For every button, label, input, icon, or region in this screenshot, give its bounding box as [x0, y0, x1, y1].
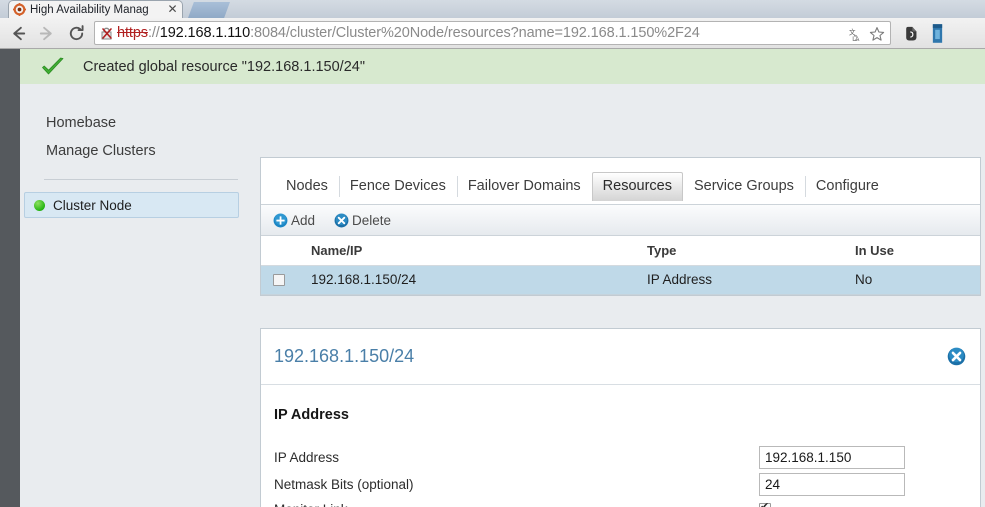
- table-body: 192.168.1.150/24 IP Address No: [261, 265, 980, 295]
- window-left-gutter: [0, 49, 20, 507]
- column-header-select: [261, 236, 311, 266]
- tab-service-groups[interactable]: Service Groups: [683, 172, 805, 201]
- green-check-icon: [40, 56, 66, 78]
- field-row-netmask-bits: Netmask Bits (optional): [274, 472, 980, 496]
- sidebar-item-manage-clusters[interactable]: Manage Clusters: [24, 137, 239, 165]
- extension-icon[interactable]: [925, 21, 950, 45]
- forward-arrow-icon: [39, 26, 52, 40]
- reload-icon: [69, 24, 84, 40]
- tab-fence-devices[interactable]: Fence Devices: [338, 172, 457, 201]
- tab-label: Failover Domains: [467, 178, 581, 194]
- field-row-monitor-link: Monitor Link: [274, 499, 980, 507]
- tab-nodes[interactable]: Nodes: [275, 172, 339, 201]
- resources-table: Name/IP Type In Use 192.168.1.150/24 IP …: [261, 236, 980, 295]
- delete-button[interactable]: Delete: [334, 213, 391, 228]
- reload-button[interactable]: [62, 18, 90, 48]
- sidebar-item-label: Manage Clusters: [46, 143, 156, 159]
- field-label: Monitor Link: [274, 502, 759, 507]
- panel-tabs: Nodes Fence Devices Failover Domains Res…: [261, 158, 980, 205]
- new-tab-button[interactable]: [188, 2, 230, 18]
- sidebar-item-cluster-node[interactable]: Cluster Node: [24, 192, 239, 218]
- tab-label: Fence Devices: [349, 178, 446, 194]
- translate-icon[interactable]: 文 A: [844, 23, 866, 44]
- field-label: IP Address: [274, 449, 340, 465]
- close-icon[interactable]: [947, 347, 966, 366]
- add-button[interactable]: Add: [273, 213, 315, 228]
- evernote-extension-icon[interactable]: [900, 21, 925, 45]
- column-header-in-use: In Use: [855, 236, 980, 266]
- plus-circle-icon: [273, 212, 288, 228]
- forward-button[interactable]: [32, 18, 60, 48]
- url-host: 192.168.1.110: [159, 25, 251, 41]
- broken-lock-icon[interactable]: [100, 26, 114, 41]
- sidebar-divider: [44, 179, 238, 180]
- gear-favicon-icon: [13, 3, 26, 16]
- monitor-link-checkbox[interactable]: [759, 501, 771, 507]
- tab-label: Configure: [815, 178, 879, 194]
- screen: High Availability Manag ✕ https://192.16…: [0, 0, 985, 507]
- resource-detail-panel: 192.168.1.150/24 IP Address IP Address 1…: [260, 328, 981, 507]
- resources-panel: Nodes Fence Devices Failover Domains Res…: [260, 157, 981, 296]
- green-status-dot-icon: [34, 199, 45, 211]
- table-header-row: Name/IP Type In Use: [261, 236, 980, 266]
- table-header: Name/IP Type In Use: [261, 236, 980, 266]
- tab-resources[interactable]: Resources: [591, 172, 683, 201]
- cell-name-ip: 192.168.1.150/24: [311, 265, 647, 295]
- omnibox-actions: 文 A: [844, 23, 888, 44]
- sidebar-item-label: Homebase: [46, 115, 117, 131]
- column-header-name-ip: Name/IP: [311, 236, 647, 266]
- url-scheme: https: [117, 25, 148, 41]
- svg-text:A: A: [855, 36, 860, 42]
- tab-failover-domains[interactable]: Failover Domains: [456, 172, 592, 201]
- browser-tab[interactable]: High Availability Manag ✕: [8, 0, 183, 18]
- star-icon[interactable]: [866, 23, 888, 44]
- detail-title[interactable]: 192.168.1.150/24: [274, 346, 947, 367]
- detail-header: 192.168.1.150/24: [261, 329, 980, 385]
- back-arrow-icon: [12, 26, 25, 40]
- address-bar-url: https://192.168.1.110:8084/cluster/Clust…: [117, 22, 700, 44]
- extension-toolbar: [900, 21, 950, 45]
- sidebar-item-label: Cluster Node: [53, 197, 132, 213]
- add-button-label: Add: [291, 212, 316, 228]
- row-checkbox[interactable]: [273, 274, 285, 287]
- page-viewport: Created global resource "192.168.1.150/2…: [0, 49, 985, 507]
- address-bar[interactable]: https://192.168.1.110:8084/cluster/Clust…: [94, 21, 891, 45]
- row-select-cell[interactable]: [261, 265, 311, 295]
- detail-body: IP Address IP Address Netmask Bits (opti…: [261, 385, 980, 507]
- tab-configure[interactable]: Configure: [804, 172, 890, 201]
- tab-label: Service Groups: [693, 178, 794, 194]
- url-path: :8084/cluster/Cluster%20Node/resources?n…: [250, 25, 700, 41]
- browser-tab-title: High Availability Manag: [30, 3, 149, 16]
- panel-toolbar: Add Delete: [261, 205, 980, 236]
- tab-label: Resources: [602, 178, 672, 194]
- notification-message: Created global resource "192.168.1.150/2…: [83, 58, 365, 75]
- ip-address-input[interactable]: [759, 445, 905, 469]
- delete-button-label: Delete: [352, 212, 392, 228]
- x-circle-icon: [334, 212, 349, 228]
- sidebar-item-homebase[interactable]: Homebase: [24, 109, 239, 137]
- url-separator: ://: [147, 25, 160, 41]
- netmask-bits-input[interactable]: [759, 472, 905, 496]
- cell-type: IP Address: [647, 265, 855, 295]
- field-row-ip-address: IP Address: [274, 445, 980, 469]
- tab-label: Nodes: [286, 178, 328, 194]
- notification-banner: Created global resource "192.168.1.150/2…: [20, 49, 985, 84]
- back-button[interactable]: [4, 18, 32, 48]
- sidebar: Homebase Manage Clusters Cluster Node: [24, 109, 239, 218]
- table-row[interactable]: 192.168.1.150/24 IP Address No: [261, 265, 980, 295]
- detail-section-title: IP Address: [274, 407, 349, 423]
- browser-tabstrip: High Availability Manag ✕: [0, 0, 985, 18]
- cell-in-use: No: [855, 265, 980, 295]
- tab-close-icon[interactable]: ✕: [167, 3, 178, 15]
- field-label: Netmask Bits (optional): [274, 476, 414, 492]
- column-header-type: Type: [647, 236, 855, 266]
